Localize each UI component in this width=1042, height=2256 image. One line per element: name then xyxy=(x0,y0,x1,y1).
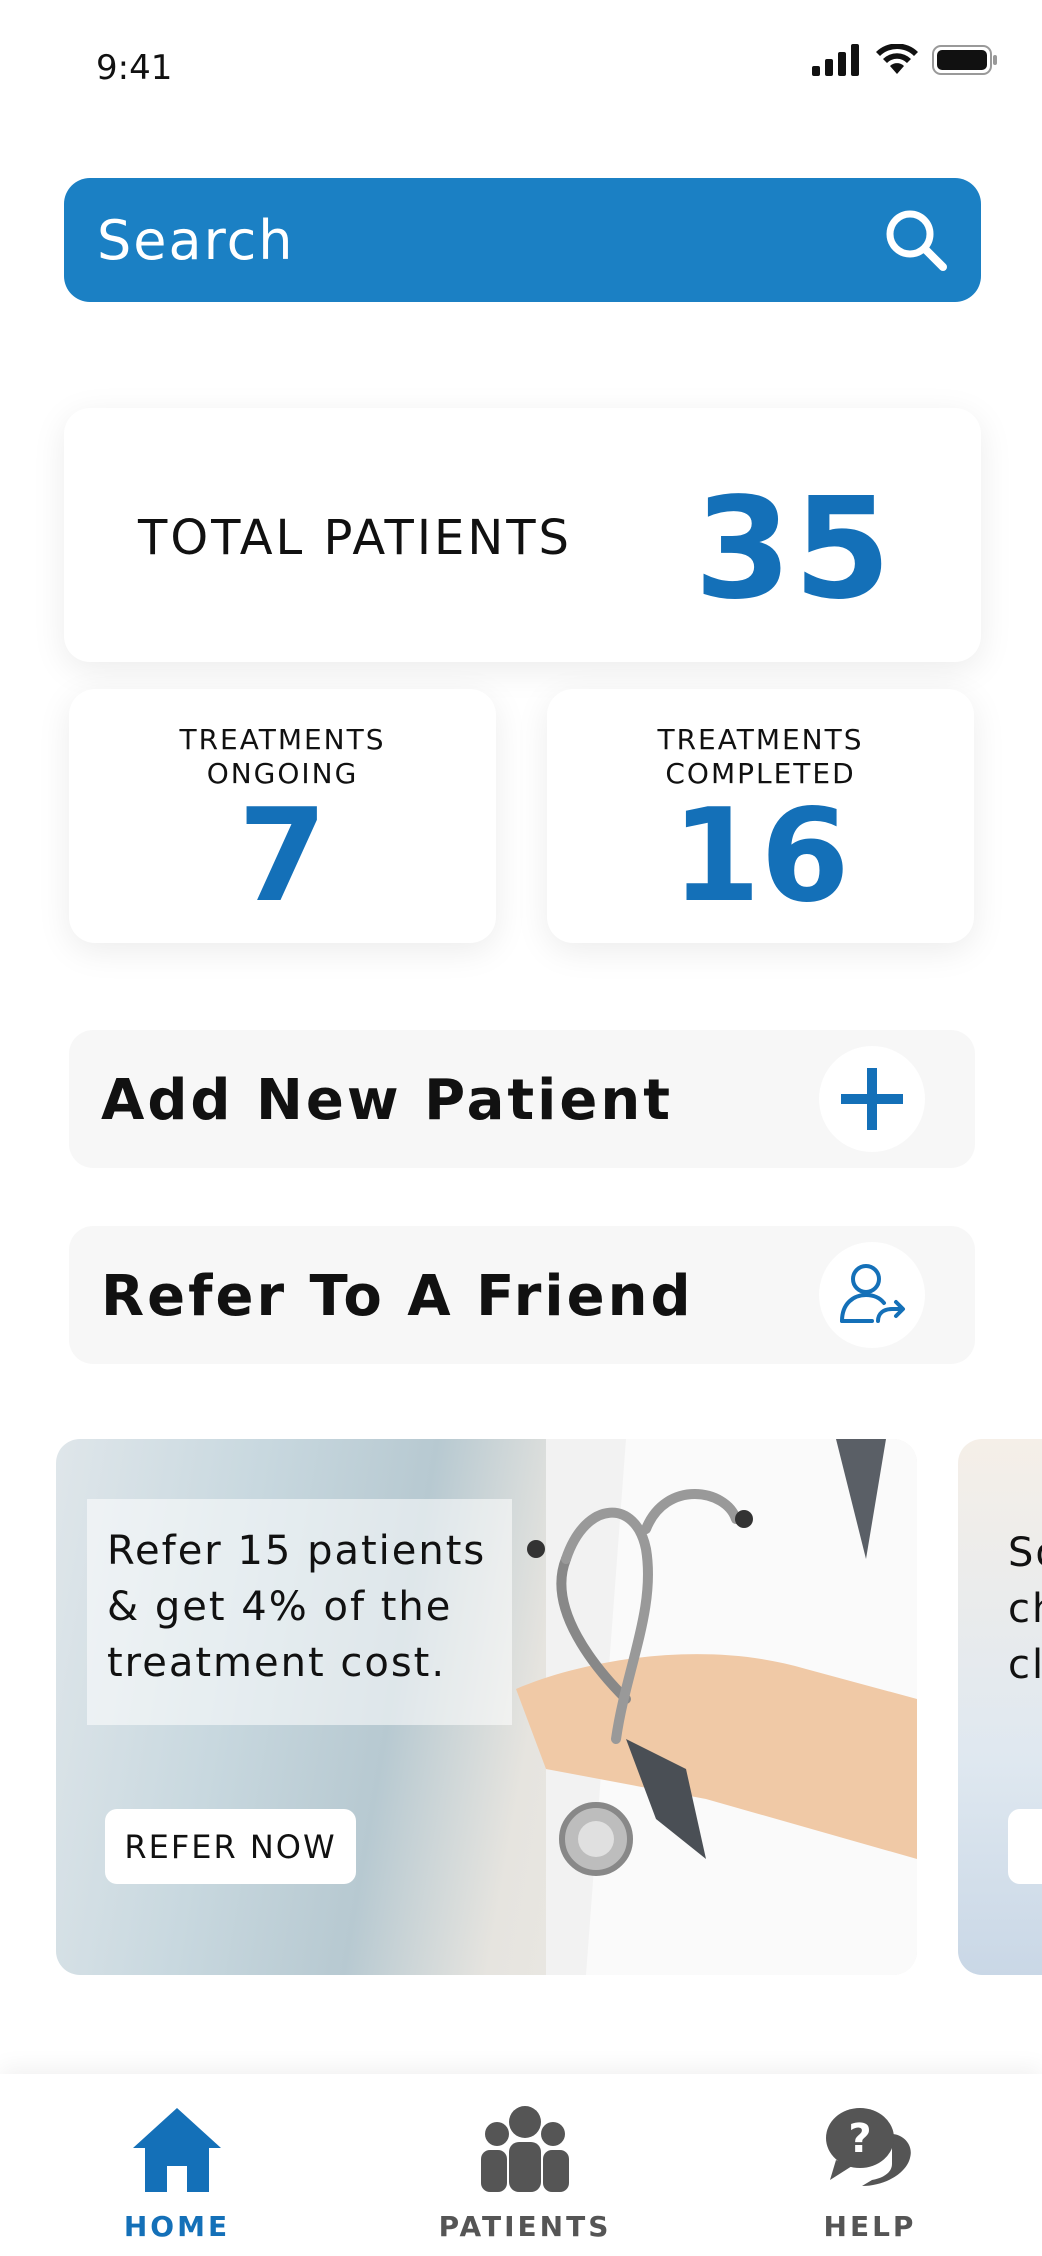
total-patients-card: TOTAL PATIENTS 35 xyxy=(64,408,981,662)
total-patients-label: TOTAL PATIENTS xyxy=(138,510,573,566)
treatments-ongoing-value: 7 xyxy=(237,782,328,931)
home-icon xyxy=(133,2108,221,2192)
search-bar[interactable]: Search xyxy=(64,178,981,302)
svg-text:?: ? xyxy=(848,2116,871,2162)
treatments-completed-value: 16 xyxy=(671,782,850,931)
search-icon[interactable] xyxy=(883,207,949,273)
refer-to-friend-button[interactable]: Refer To A Friend xyxy=(69,1226,975,1364)
nav-help-label: HELP xyxy=(823,2210,917,2243)
promo-text: Refer 15 patients & get 4% of the treatm… xyxy=(107,1528,487,1686)
treatments-ongoing-label: TREATMENTS ONGOING xyxy=(69,723,496,791)
search-input[interactable]: Search xyxy=(97,209,883,272)
next-promo-button[interactable] xyxy=(1008,1809,1042,1884)
nav-home-label: HOME xyxy=(123,2210,231,2243)
treatments-completed-label: TREATMENTS COMPLETED xyxy=(547,723,974,791)
status-time: 9:41 xyxy=(96,48,173,88)
next-promo-card[interactable]: So ch cl xyxy=(958,1439,1042,1975)
refer-now-button[interactable]: REFER NOW xyxy=(105,1809,356,1884)
doctor-stethoscope-image xyxy=(516,1439,917,1975)
wifi-icon xyxy=(876,44,918,74)
people-icon xyxy=(481,2106,569,2192)
treatments-completed-label-line1: TREATMENTS xyxy=(657,723,864,756)
add-new-patient-label: Add New Patient xyxy=(101,1068,673,1133)
signal-icon xyxy=(812,44,859,76)
treatments-ongoing-label-line1: TREATMENTS xyxy=(179,723,386,756)
refer-friend-icon-button[interactable] xyxy=(819,1242,925,1348)
next-promo-text: So ch cl xyxy=(1008,1530,1042,1688)
bottom-nav: HOME PATIENTS ? HELP xyxy=(0,2074,1042,2256)
refer-to-friend-label: Refer To A Friend xyxy=(101,1264,694,1329)
status-bar: 9:41 xyxy=(0,0,1042,130)
add-patient-icon-button[interactable] xyxy=(819,1046,925,1152)
promo-text-box: Refer 15 patients & get 4% of the treatm… xyxy=(87,1499,512,1725)
referral-promo-card[interactable]: Refer 15 patients & get 4% of the treatm… xyxy=(56,1439,917,1975)
treatments-ongoing-card: TREATMENTS ONGOING 7 xyxy=(69,689,496,943)
nav-patients[interactable]: PATIENTS xyxy=(415,2104,635,2244)
status-icons xyxy=(812,44,998,76)
add-new-patient-button[interactable]: Add New Patient xyxy=(69,1030,975,1168)
nav-help[interactable]: ? HELP xyxy=(760,2104,980,2244)
plus-icon xyxy=(841,1068,903,1130)
battery-icon xyxy=(932,45,997,75)
nav-patients-label: PATIENTS xyxy=(438,2210,612,2243)
nav-home[interactable]: HOME xyxy=(67,2104,287,2244)
help-chat-icon: ? xyxy=(826,2108,911,2186)
treatments-completed-card: TREATMENTS COMPLETED 16 xyxy=(547,689,974,943)
total-patients-value: 35 xyxy=(694,468,893,631)
user-share-icon xyxy=(840,1264,905,1323)
